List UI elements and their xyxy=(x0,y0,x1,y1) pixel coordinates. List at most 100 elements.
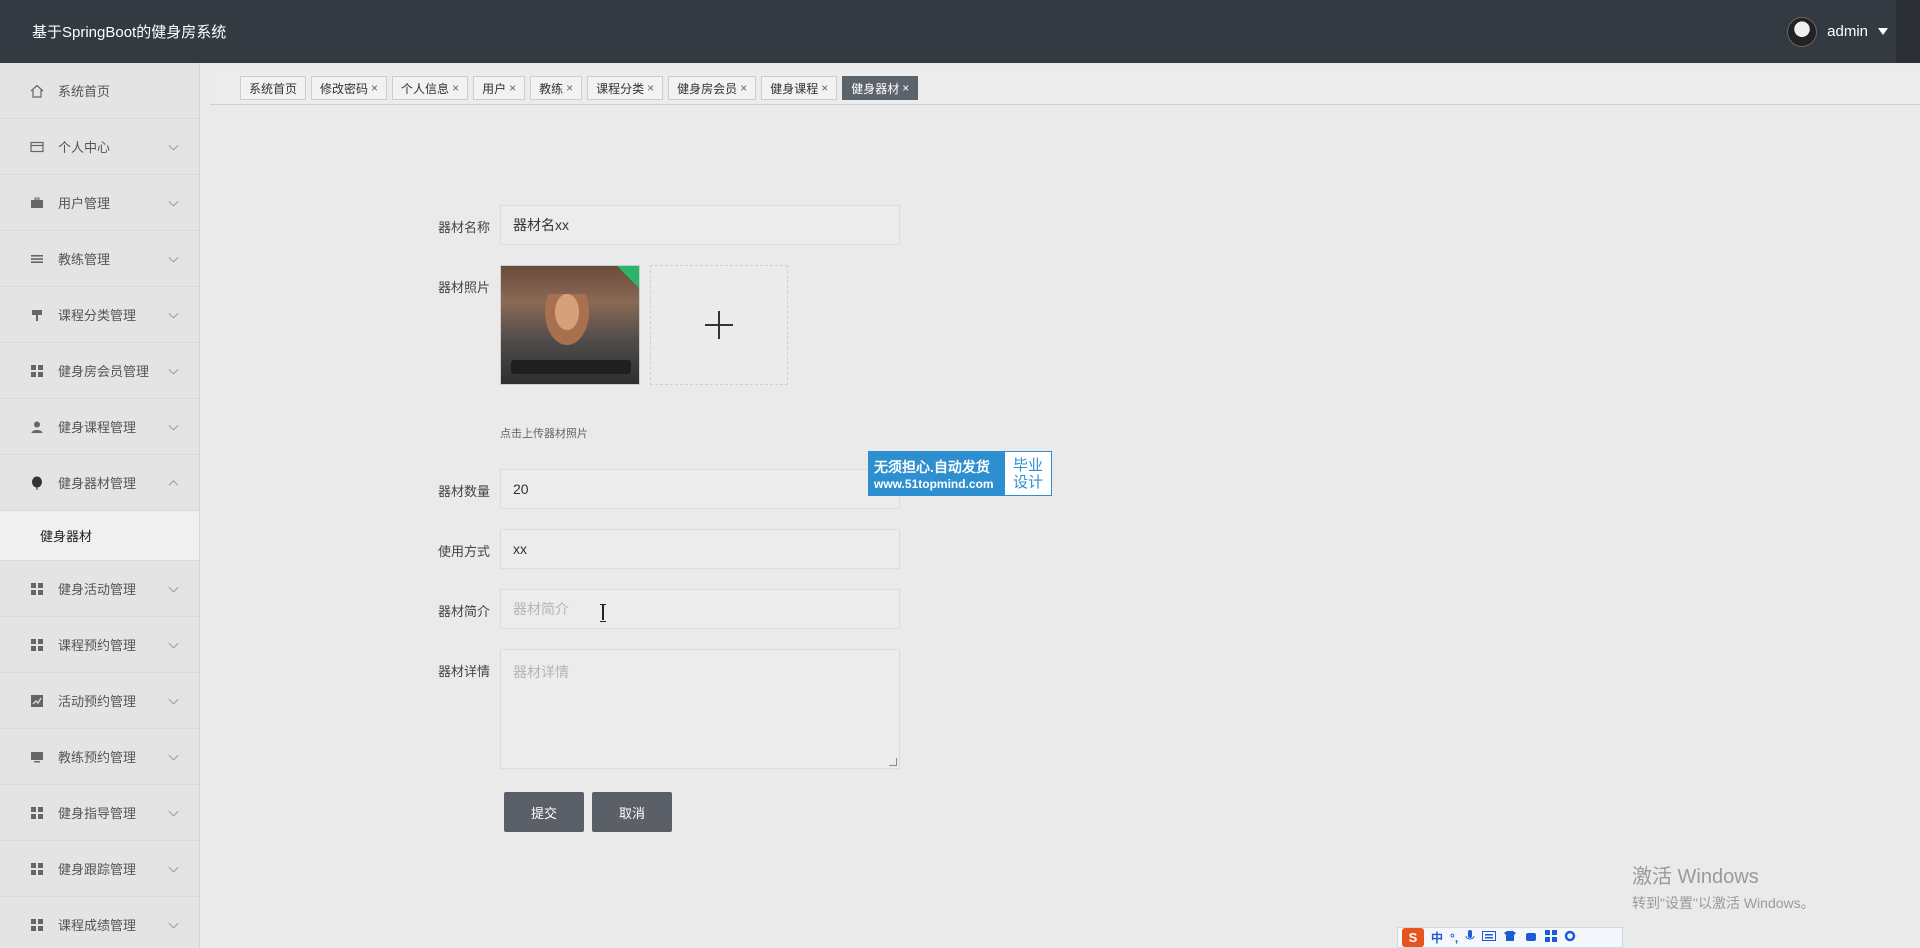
chevron-down-icon xyxy=(168,140,179,151)
sogou-logo-icon[interactable]: S xyxy=(1402,928,1424,947)
close-icon[interactable]: × xyxy=(902,81,909,95)
robot-icon[interactable] xyxy=(1524,930,1538,945)
caret-down-icon[interactable] xyxy=(1878,28,1888,35)
tab-course-category[interactable]: 课程分类 × xyxy=(587,76,664,100)
tab-label: 个人信息 xyxy=(401,81,450,96)
list-icon xyxy=(30,252,44,266)
sidebar-item-activity[interactable]: 健身活动管理 xyxy=(0,561,199,617)
sidebar-item-coach-booking[interactable]: 教练预约管理 xyxy=(0,729,199,785)
tab-label: 教练 xyxy=(539,81,564,96)
quantity-field[interactable]: 20 xyxy=(500,469,900,509)
intro-label: 器材简介 xyxy=(437,604,490,619)
close-icon[interactable]: × xyxy=(647,81,654,95)
close-icon[interactable]: × xyxy=(509,81,516,95)
sidebar-item-label: 教练预约管理 xyxy=(58,750,137,765)
toolbox-icon[interactable] xyxy=(1545,930,1558,945)
grid-icon xyxy=(30,862,44,876)
close-icon[interactable]: × xyxy=(452,81,459,95)
sidebar-item-grades[interactable]: 课程成绩管理 xyxy=(0,897,199,948)
sidebar-item-tracking[interactable]: 健身跟踪管理 xyxy=(0,841,199,897)
sidebar-item-personal[interactable]: 个人中心 xyxy=(0,119,199,175)
ad-line2: www.51topmind.com xyxy=(874,476,994,491)
grid-icon xyxy=(30,806,44,820)
user-menu[interactable]: admin xyxy=(1787,16,1888,47)
activation-title: 激活 Windows xyxy=(1632,866,1759,888)
chevron-down-icon xyxy=(168,862,179,873)
microphone-icon[interactable] xyxy=(1465,929,1475,946)
sidebar-item-label: 教练管理 xyxy=(58,252,111,267)
tab-label: 系统首页 xyxy=(249,81,298,96)
user-icon xyxy=(30,420,44,434)
brush-icon xyxy=(30,308,44,322)
sidebar-item-label: 课程成绩管理 xyxy=(58,918,137,933)
top-header: 基于SpringBoot的健身房系统 admin xyxy=(0,0,1920,63)
close-icon[interactable]: × xyxy=(371,81,378,95)
sidebar-item-coach[interactable]: 教练管理 xyxy=(0,231,199,287)
ad-line1: 无须担心.自动发货 xyxy=(874,458,990,475)
tab-personal-info[interactable]: 个人信息 × xyxy=(392,76,469,100)
photo-subject xyxy=(539,294,595,354)
sidebar-item-activity-booking[interactable]: 活动预约管理 xyxy=(0,673,199,729)
equipment-photo[interactable] xyxy=(500,265,640,385)
close-icon[interactable]: × xyxy=(740,81,747,95)
detail-textarea[interactable]: 器材详情 xyxy=(500,649,900,769)
sidebar-item-label: 课程预约管理 xyxy=(58,638,137,653)
tab-equipment[interactable]: 健身器材 × xyxy=(842,76,919,100)
username[interactable]: admin xyxy=(1827,23,1868,40)
close-icon[interactable]: × xyxy=(821,81,828,95)
balloon-icon xyxy=(30,476,44,490)
sidebar-item-course-booking[interactable]: 课程预约管理 xyxy=(0,617,199,673)
sidebar-item-course[interactable]: 健身课程管理 xyxy=(0,399,199,455)
ime-punct[interactable]: °, xyxy=(1450,931,1458,945)
ad-banner[interactable]: 无须担心.自动发货 www.51topmind.com 毕业 设计 xyxy=(868,451,1052,496)
tab-member[interactable]: 健身房会员 × xyxy=(668,76,757,100)
card-icon xyxy=(30,140,44,154)
upload-button[interactable] xyxy=(650,265,788,385)
detail-label: 器材详情 xyxy=(437,664,490,679)
name-field[interactable]: 器材名xx xyxy=(500,205,900,245)
sidebar-item-home[interactable]: 系统首页 xyxy=(0,63,199,119)
sidebar-item-label: 活动预约管理 xyxy=(58,694,137,709)
settings-gear-icon[interactable] xyxy=(1564,930,1576,945)
chevron-down-icon xyxy=(168,420,179,431)
ime-toolbar[interactable]: S 中 °, xyxy=(1397,927,1623,948)
close-icon[interactable]: × xyxy=(566,81,573,95)
app-title: 基于SpringBoot的健身房系统 xyxy=(32,24,227,41)
chevron-down-icon xyxy=(168,364,179,375)
chevron-down-icon xyxy=(168,694,179,705)
tab-course[interactable]: 健身课程 × xyxy=(761,76,838,100)
sidebar-item-label: 健身跟踪管理 xyxy=(58,862,137,877)
ad-left: 无须担心.自动发货 www.51topmind.com xyxy=(869,452,1005,495)
sidebar-item-course-category[interactable]: 课程分类管理 xyxy=(0,287,199,343)
sidebar-item-users[interactable]: 用户管理 xyxy=(0,175,199,231)
intro-field[interactable]: 器材简介 xyxy=(500,589,900,629)
tab-label: 用户 xyxy=(482,81,507,96)
tab-label: 健身课程 xyxy=(770,81,819,96)
usage-label: 使用方式 xyxy=(437,544,490,559)
usage-field[interactable]: xx xyxy=(500,529,900,569)
tab-coach[interactable]: 教练 × xyxy=(530,76,583,100)
tab-change-password[interactable]: 修改密码 × xyxy=(311,76,388,100)
tab-user[interactable]: 用户 × xyxy=(473,76,526,100)
avatar[interactable] xyxy=(1787,16,1818,47)
tab-label: 修改密码 xyxy=(320,81,369,96)
ad-right2: 设计 xyxy=(1012,473,1043,491)
chevron-down-icon xyxy=(168,308,179,319)
skin-icon[interactable] xyxy=(1503,930,1517,945)
sidebar-item-equipment[interactable]: 健身器材管理 xyxy=(0,455,199,511)
ime-lang[interactable]: 中 xyxy=(1431,929,1443,946)
keyboard-icon[interactable] xyxy=(1482,930,1497,945)
sidebar-item-member[interactable]: 健身房会员管理 xyxy=(0,343,199,399)
sidebar-item-guidance[interactable]: 健身指导管理 xyxy=(0,785,199,841)
submit-button[interactable]: 提交 xyxy=(504,792,584,832)
chart-icon xyxy=(30,694,44,708)
tab-home[interactable]: 系统首页 xyxy=(240,76,307,100)
window-edge xyxy=(1896,0,1920,63)
chevron-down-icon xyxy=(168,918,179,929)
tab-label: 健身器材 xyxy=(851,81,900,96)
grid-icon xyxy=(30,918,44,932)
cancel-button[interactable]: 取消 xyxy=(592,792,672,832)
sidebar-item-label: 健身课程管理 xyxy=(58,420,137,435)
resize-handle-icon[interactable] xyxy=(889,758,897,766)
sidebar-subitem-equipment[interactable]: 健身器材 xyxy=(0,511,199,561)
